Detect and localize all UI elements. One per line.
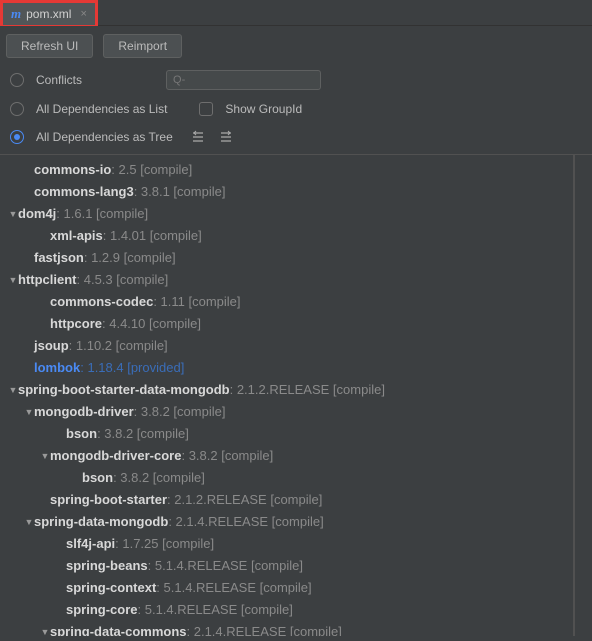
tree-node[interactable]: ▼dom4j : 1.6.1 [compile] [0, 203, 573, 225]
version-scope: : 1.6.1 [compile] [56, 205, 148, 223]
tree-node[interactable]: ▼httpclient : 4.5.3 [compile] [0, 269, 573, 291]
version-scope: : 1.4.01 [compile] [103, 227, 202, 245]
tree-node[interactable]: ▼mongodb-driver-core : 3.8.2 [compile] [0, 445, 573, 467]
tree-node[interactable]: ▼spring-boot-starter : 2.1.2.RELEASE [co… [0, 489, 573, 511]
artifact-name: httpclient [18, 271, 77, 289]
artifact-name: spring-context [66, 579, 156, 597]
artifact-name: commons-codec [50, 293, 153, 311]
version-scope: : 1.11 [compile] [153, 293, 240, 311]
tree-node[interactable]: ▼bson : 3.8.2 [compile] [0, 467, 573, 489]
tree-node[interactable]: ▼xml-apis : 1.4.01 [compile] [0, 225, 573, 247]
tree-node[interactable]: ▼spring-boot-starter-data-mongodb : 2.1.… [0, 379, 573, 401]
tree-node[interactable]: ▼spring-beans : 5.1.4.RELEASE [compile] [0, 555, 573, 577]
tree-node[interactable]: ▼commons-io : 2.5 [compile] [0, 159, 573, 181]
version-scope: : 5.1.4.RELEASE [compile] [138, 601, 293, 619]
conflicts-row: Conflicts Q- [0, 64, 592, 96]
version-scope: : 1.7.25 [compile] [115, 535, 214, 553]
artifact-name: fastjson [34, 249, 84, 267]
refresh-button[interactable]: Refresh UI [6, 34, 93, 58]
version-scope: : 4.5.3 [compile] [77, 271, 169, 289]
version-scope: : 1.2.9 [compile] [84, 249, 176, 267]
version-scope: : 1.18.4 [provided] [80, 359, 184, 377]
artifact-name: spring-data-mongodb [34, 513, 168, 531]
expand-all-icon[interactable] [189, 128, 207, 146]
radio-all-list[interactable] [10, 102, 24, 116]
tab-label: pom.xml [26, 7, 71, 21]
version-scope: : 2.1.2.RELEASE [compile] [230, 381, 385, 399]
tree-node[interactable]: ▼mongodb-driver : 3.8.2 [compile] [0, 401, 573, 423]
tree-node[interactable]: ▼slf4j-api : 1.7.25 [compile] [0, 533, 573, 555]
action-bar: Refresh UI Reimport [0, 26, 592, 64]
chevron-down-icon[interactable]: ▼ [8, 381, 18, 399]
collapse-all-icon[interactable] [217, 128, 235, 146]
all-tree-row: All Dependencies as Tree [0, 122, 592, 152]
all-tree-label: All Dependencies as Tree [36, 130, 173, 144]
maven-icon: m [11, 6, 21, 22]
artifact-name: bson [66, 425, 97, 443]
version-scope: : 3.8.2 [compile] [181, 447, 273, 465]
tree-node[interactable]: ▼jsoup : 1.10.2 [compile] [0, 335, 573, 357]
version-scope: : 5.1.4.RELEASE [compile] [148, 557, 303, 575]
version-scope: : 2.1.4.RELEASE [compile] [168, 513, 323, 531]
artifact-name: xml-apis [50, 227, 103, 245]
version-scope: : 4.4.10 [compile] [102, 315, 201, 333]
tree-node[interactable]: ▼commons-lang3 : 3.8.1 [compile] [0, 181, 573, 203]
search-icon: Q- [173, 74, 185, 86]
chevron-down-icon[interactable]: ▼ [8, 271, 18, 289]
tree-node[interactable]: ▼httpcore : 4.4.10 [compile] [0, 313, 573, 335]
all-list-label: All Dependencies as List [36, 102, 167, 116]
version-scope: : 3.8.2 [compile] [134, 403, 226, 421]
artifact-name: lombok [34, 359, 80, 377]
artifact-name: mongodb-driver-core [50, 447, 181, 465]
artifact-name: mongodb-driver [34, 403, 134, 421]
chevron-down-icon[interactable]: ▼ [24, 513, 34, 531]
tree-node[interactable]: ▼lombok : 1.18.4 [provided] [0, 357, 573, 379]
radio-all-tree[interactable] [10, 130, 24, 144]
tab-pom-xml[interactable]: m pom.xml × [0, 0, 98, 26]
artifact-name: dom4j [18, 205, 56, 223]
close-icon[interactable]: × [80, 8, 86, 20]
version-scope: : 2.1.4.RELEASE [compile] [187, 623, 342, 636]
chevron-down-icon[interactable]: ▼ [40, 623, 50, 636]
chevron-down-icon[interactable]: ▼ [8, 205, 18, 223]
version-scope: : 2.5 [compile] [111, 161, 192, 179]
dependency-tree[interactable]: ▼commons-io : 2.5 [compile]▼commons-lang… [0, 155, 574, 636]
checkbox-show-groupid[interactable] [199, 102, 213, 116]
radio-conflicts[interactable] [10, 73, 24, 87]
all-list-row: All Dependencies as List Show GroupId [0, 96, 592, 122]
show-groupid-label: Show GroupId [225, 102, 302, 116]
artifact-name: spring-beans [66, 557, 148, 575]
tree-node[interactable]: ▼fastjson : 1.2.9 [compile] [0, 247, 573, 269]
conflicts-label: Conflicts [36, 73, 82, 87]
artifact-name: spring-boot-starter [50, 491, 167, 509]
right-panel [574, 155, 592, 636]
artifact-name: commons-lang3 [34, 183, 134, 201]
artifact-name: bson [82, 469, 113, 487]
artifact-name: httpcore [50, 315, 102, 333]
version-scope: : 3.8.2 [compile] [113, 469, 205, 487]
tree-node[interactable]: ▼spring-data-mongodb : 2.1.4.RELEASE [co… [0, 511, 573, 533]
chevron-down-icon[interactable]: ▼ [24, 403, 34, 421]
tree-node[interactable]: ▼spring-core : 5.1.4.RELEASE [compile] [0, 599, 573, 621]
tree-node[interactable]: ▼spring-data-commons : 2.1.4.RELEASE [co… [0, 621, 573, 636]
tree-node[interactable]: ▼spring-context : 5.1.4.RELEASE [compile… [0, 577, 573, 599]
version-scope: : 3.8.2 [compile] [97, 425, 189, 443]
artifact-name: commons-io [34, 161, 111, 179]
tree-node[interactable]: ▼commons-codec : 1.11 [compile] [0, 291, 573, 313]
tree-container: ▼commons-io : 2.5 [compile]▼commons-lang… [0, 155, 592, 636]
artifact-name: slf4j-api [66, 535, 115, 553]
artifact-name: jsoup [34, 337, 69, 355]
reimport-button[interactable]: Reimport [103, 34, 182, 58]
version-scope: : 5.1.4.RELEASE [compile] [156, 579, 311, 597]
artifact-name: spring-core [66, 601, 138, 619]
version-scope: : 2.1.2.RELEASE [compile] [167, 491, 322, 509]
chevron-down-icon[interactable]: ▼ [40, 447, 50, 465]
tab-bar: m pom.xml × [0, 0, 592, 26]
version-scope: : 1.10.2 [compile] [69, 337, 168, 355]
version-scope: : 3.8.1 [compile] [134, 183, 226, 201]
search-input[interactable]: Q- [166, 70, 321, 90]
tree-node[interactable]: ▼bson : 3.8.2 [compile] [0, 423, 573, 445]
artifact-name: spring-data-commons [50, 623, 187, 636]
artifact-name: spring-boot-starter-data-mongodb [18, 381, 230, 399]
